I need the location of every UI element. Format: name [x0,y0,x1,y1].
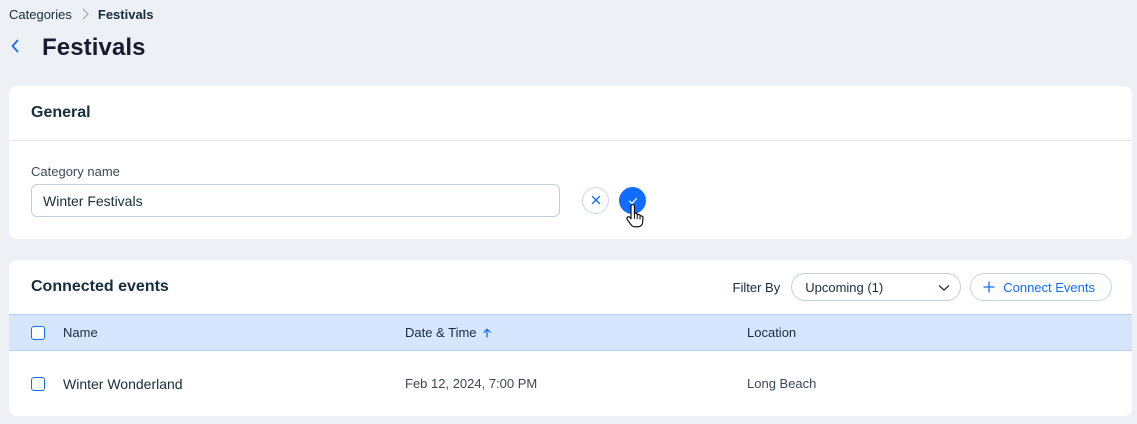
breadcrumb: Categories Festivals [9,6,154,22]
cancel-button[interactable] [582,187,609,214]
connected-events-title: Connected events [31,278,169,295]
plus-icon [983,281,995,293]
page-title: Festivals [42,34,146,61]
column-header-location[interactable]: Location [747,315,796,350]
column-header-date[interactable]: Date & Time [405,315,491,350]
event-location: Long Beach [747,376,817,391]
column-header-name[interactable]: Name [63,315,98,350]
column-location-label: Location [747,325,797,340]
table-row[interactable]: Winter Wonderland Feb 12, 2024, 7:00 PM … [9,351,1132,416]
select-all-cell [31,315,45,350]
connected-events-header: Connected events Filter By Upcoming (1) … [9,260,1132,314]
general-card: General Category name [9,86,1132,239]
row-location-cell: Long Beach [747,351,816,416]
connect-events-label: Connect Events [1003,279,1095,295]
breadcrumb-current: Festivals [97,6,154,22]
category-name-input[interactable] [31,184,560,217]
general-card-header: General [9,86,1132,141]
breadcrumb-categories-link[interactable]: Categories [9,7,72,22]
close-icon [591,192,601,210]
row-name-cell: Winter Wonderland [63,351,183,416]
filter-dropdown[interactable]: Upcoming (1) [791,273,962,301]
filter-dropdown-value: Upcoming (1) [805,279,884,295]
connect-events-button[interactable]: Connect Events [970,273,1112,301]
row-select-cell [31,351,45,416]
category-name-label: Category name [31,164,120,179]
confirm-button[interactable] [619,187,646,214]
event-date: Feb 12, 2024, 7:00 PM [405,376,538,391]
page: Categories Festivals Festivals General C… [0,0,1137,424]
column-date-label: Date & Time [405,325,477,340]
general-title: General [31,104,91,121]
arrow-up-icon[interactable] [482,328,491,338]
connected-events-card: Connected events Filter By Upcoming (1) … [9,260,1132,416]
row-date-cell: Feb 12, 2024, 7:00 PM [405,351,537,416]
filter-group: Filter By Upcoming (1) Connect Events [733,273,1112,301]
page-header: Festivals [6,33,146,63]
check-icon [628,192,638,210]
table-header: Name Date & Time Location [9,314,1132,351]
event-name: Winter Wonderland [63,375,183,392]
chevron-left-icon [10,38,20,59]
row-checkbox[interactable] [31,376,45,391]
select-all-checkbox[interactable] [31,325,45,340]
column-name-label: Name [63,325,98,340]
chevron-down-icon [938,280,950,295]
back-button[interactable] [6,33,24,63]
chevron-right-icon [72,6,98,22]
filter-by-label: Filter By [732,279,781,295]
